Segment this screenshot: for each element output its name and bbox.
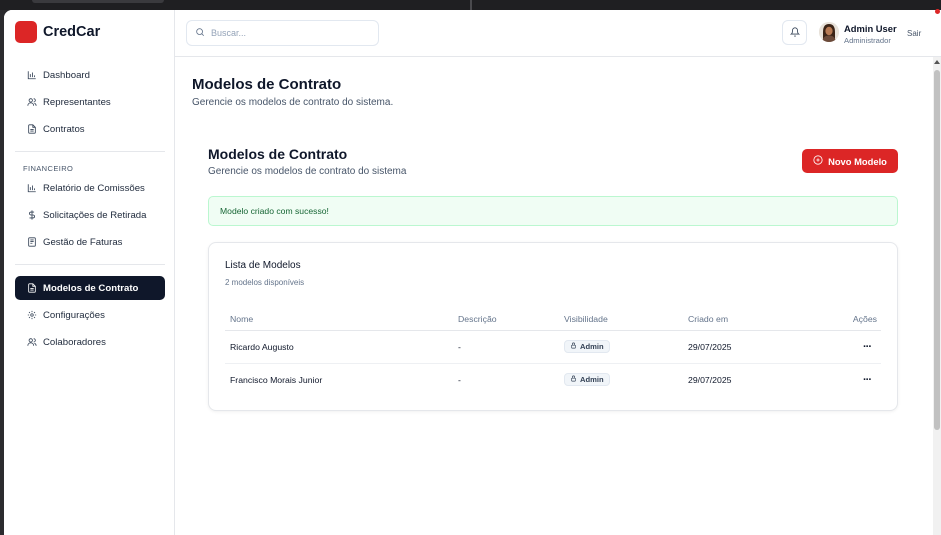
cell-descricao: - xyxy=(453,330,559,364)
new-model-button-label: Novo Modelo xyxy=(828,155,887,167)
more-actions-icon[interactable]: ··· xyxy=(863,374,877,386)
scroll-up-arrow-icon[interactable] xyxy=(934,60,940,64)
sidebar-divider xyxy=(15,151,165,152)
cell-acoes: ··· xyxy=(793,330,881,364)
visibility-badge: Admin xyxy=(564,340,610,353)
column-header-visibilidade: Visibilidade xyxy=(559,309,683,331)
sidebar-item-label: Colaboradores xyxy=(43,336,106,348)
cell-criado-em: 29/07/2025 xyxy=(688,374,732,385)
cell-descricao: - xyxy=(458,374,461,385)
sidebar-item-colaboradores[interactable]: Colaboradores xyxy=(15,330,165,354)
notification-dot xyxy=(935,9,940,14)
page-scrollbar[interactable] xyxy=(933,57,941,535)
sidebar-item-label: Configurações xyxy=(43,309,105,321)
sidebar: CredCar Dashboard Representantes Contrat… xyxy=(4,10,175,535)
search-input[interactable] xyxy=(211,28,371,38)
lock-icon xyxy=(570,375,580,384)
sidebar-item-contratos[interactable]: Contratos xyxy=(15,117,165,141)
gear-icon xyxy=(26,310,37,321)
cell-nome: Francisco Morais Junior xyxy=(230,374,323,385)
top-header: Admin User Administrador Sair xyxy=(175,10,941,57)
plus-circle-icon xyxy=(813,155,828,167)
users-icon xyxy=(26,97,37,108)
sidebar-item-label: Relatório de Comissões xyxy=(43,182,145,194)
success-alert: Modelo criado com sucesso! xyxy=(208,196,898,226)
models-table: Nome Descrição Visibilidade Criado em Aç… xyxy=(225,309,881,396)
sidebar-item-solicitacoes-retirada[interactable]: Solicitações de Retirada xyxy=(15,203,165,227)
main-content: Modelos de Contrato Gerencie os modelos … xyxy=(175,57,941,535)
user-name: Admin User xyxy=(844,23,897,34)
sidebar-bottom-nav: Modelos de Contrato Configurações Colabo… xyxy=(15,276,165,357)
logout-button[interactable]: Sair xyxy=(907,29,921,38)
lock-icon xyxy=(570,342,580,351)
more-actions-icon[interactable]: ··· xyxy=(863,341,877,353)
sidebar-item-label: Solicitações de Retirada xyxy=(43,209,147,221)
sidebar-finance-nav: Relatório de Comissões Solicitações de R… xyxy=(15,176,165,257)
table-row[interactable]: Ricardo Augusto - Admin 29/07/2025 ··· xyxy=(225,330,881,364)
cell-criado-em: 29/07/2025 xyxy=(683,330,793,364)
app-window: CredCar Dashboard Representantes Contrat… xyxy=(4,10,941,535)
sidebar-item-relatorio-comissoes[interactable]: Relatório de Comissões xyxy=(15,176,165,200)
scrollbar-thumb[interactable] xyxy=(934,70,940,430)
brand-name: CredCar xyxy=(43,24,101,40)
brand-logo xyxy=(15,21,37,43)
user-role: Administrador xyxy=(844,36,891,45)
sidebar-divider xyxy=(15,264,165,265)
search-icon xyxy=(195,24,205,42)
section-subtitle: Gerencie os modelos de contrato do siste… xyxy=(208,166,407,177)
column-header-nome: Nome xyxy=(225,309,453,331)
table-row[interactable]: Francisco Morais Junior - Admin 29/07/20… xyxy=(225,363,881,396)
cell-visibilidade: Admin xyxy=(559,363,683,396)
sidebar-item-label: Dashboard xyxy=(43,69,90,81)
visibility-badge-label: Admin xyxy=(580,375,604,385)
brand[interactable]: CredCar xyxy=(15,21,100,43)
page-subtitle: Gerencie os modelos de contrato do siste… xyxy=(192,97,394,108)
sidebar-item-label: Representantes xyxy=(43,96,111,108)
sidebar-item-representantes[interactable]: Representantes xyxy=(15,90,165,114)
models-list-card: Lista de Modelos 2 modelos disponíveis N… xyxy=(208,242,898,411)
search-box[interactable] xyxy=(186,20,379,46)
bar-chart-icon xyxy=(26,183,37,194)
window-separator xyxy=(470,0,472,10)
sidebar-item-label: Gestão de Faturas xyxy=(43,236,123,248)
table-header-row: Nome Descrição Visibilidade Criado em Aç… xyxy=(225,309,881,331)
section-title: Modelos de Contrato xyxy=(208,146,348,162)
receipt-icon xyxy=(26,237,37,248)
column-header-acoes: Ações xyxy=(793,309,881,331)
file-icon xyxy=(26,124,37,135)
sidebar-section-label: FINANCEIRO xyxy=(23,164,74,173)
sidebar-item-gestao-faturas[interactable]: Gestão de Faturas xyxy=(15,230,165,254)
sidebar-item-modelos-contrato[interactable]: Modelos de Contrato xyxy=(15,276,165,300)
bar-chart-icon xyxy=(26,70,37,81)
visibility-badge: Admin xyxy=(564,373,610,387)
dollar-icon xyxy=(26,210,37,221)
sidebar-main-nav: Dashboard Representantes Contratos xyxy=(15,63,165,144)
visibility-badge-label: Admin xyxy=(580,342,604,351)
notifications-button[interactable] xyxy=(782,20,807,45)
cell-acoes: ··· xyxy=(793,363,881,396)
sidebar-item-label: Modelos de Contrato xyxy=(43,282,139,294)
avatar[interactable] xyxy=(819,22,839,42)
column-header-criado-em: Criado em xyxy=(683,309,793,331)
users-icon xyxy=(26,337,37,348)
window-top-strip xyxy=(0,0,941,10)
file-icon xyxy=(26,283,37,294)
column-header-descricao: Descrição xyxy=(453,309,559,331)
success-alert-message: Modelo criado com sucesso! xyxy=(220,206,329,216)
cell-visibilidade: Admin xyxy=(559,330,683,364)
sidebar-item-label: Contratos xyxy=(43,123,85,135)
browser-tab-edge xyxy=(32,0,164,3)
bell-icon xyxy=(789,24,800,42)
list-title: Lista de Modelos xyxy=(225,260,301,271)
sidebar-item-configuracoes[interactable]: Configurações xyxy=(15,303,165,327)
sidebar-item-dashboard[interactable]: Dashboard xyxy=(15,63,165,87)
list-count: 2 modelos disponíveis xyxy=(225,278,305,287)
page-title: Modelos de Contrato xyxy=(192,76,342,93)
cell-nome: Ricardo Augusto xyxy=(225,330,453,364)
new-model-button[interactable]: Novo Modelo xyxy=(802,149,898,173)
